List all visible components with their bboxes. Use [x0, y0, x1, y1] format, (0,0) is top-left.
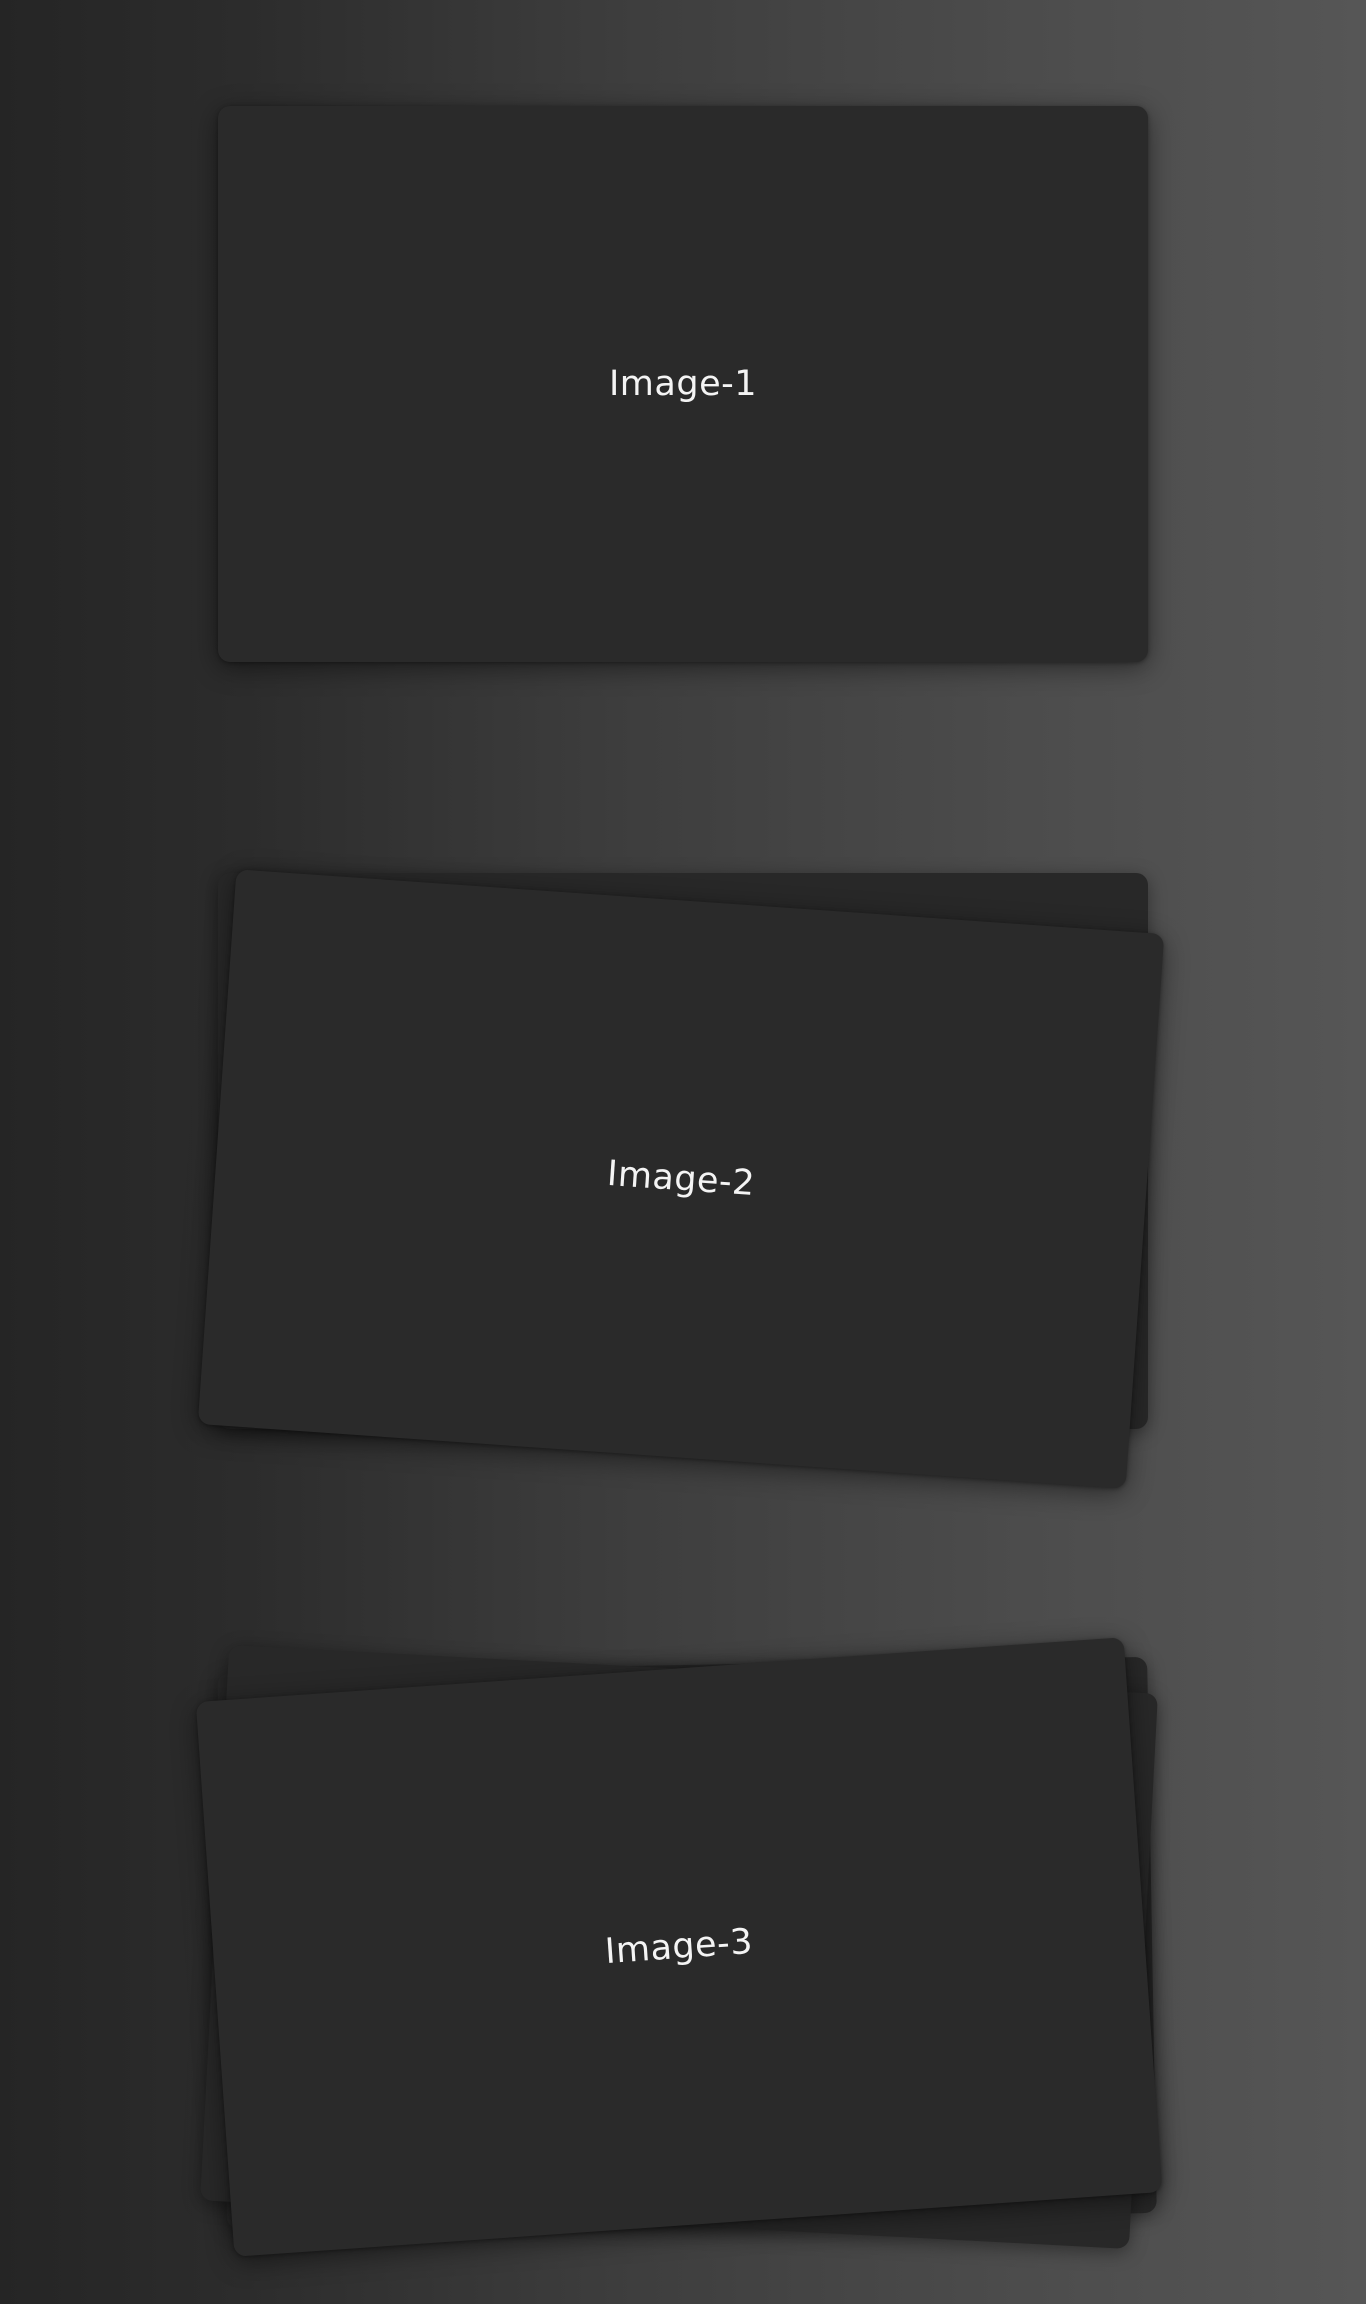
image-card-3[interactable]: Image-3	[195, 1637, 1163, 2257]
image-card-2[interactable]: Image-2	[197, 869, 1165, 1489]
image-card-label: Image-3	[603, 1921, 755, 1973]
image-card-1[interactable]: Image-1	[218, 106, 1148, 662]
image-gallery: Image-1 Image-2 Image-3	[0, 0, 1366, 2304]
card-stack-1: Image-1	[218, 106, 1148, 662]
card-stack-3: Image-3	[195, 1637, 1163, 2257]
card-stack-2: Image-2	[197, 869, 1165, 1489]
image-card-label: Image-1	[608, 364, 757, 404]
image-card-label: Image-2	[605, 1153, 757, 1205]
